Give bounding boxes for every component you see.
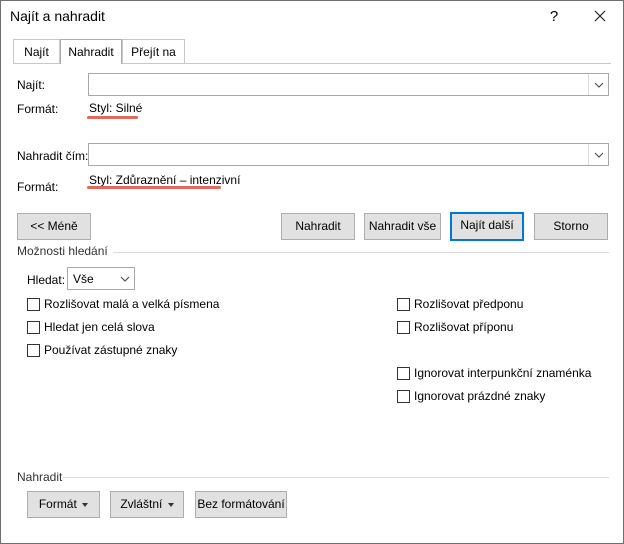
find-next-button[interactable]: Najít další — [450, 212, 524, 241]
checkbox-box[interactable] — [27, 297, 40, 311]
replace-button[interactable]: Nahradit — [281, 213, 355, 240]
format-button[interactable]: Formát — [27, 491, 100, 518]
replace-label: Nahradit čím: — [17, 149, 89, 163]
replace-format-label: Formát: — [17, 180, 59, 194]
match-case-label: Rozlišovat malá a velká písmena — [44, 297, 220, 311]
match-prefix-checkbox[interactable]: Rozlišovat předponu — [397, 297, 523, 311]
search-options-divider — [113, 252, 609, 253]
replace-format-highlight — [87, 186, 221, 189]
match-suffix-checkbox[interactable]: Rozlišovat příponu — [397, 320, 513, 334]
find-format-highlight — [87, 116, 138, 119]
whole-words-label: Hledat jen celá slova — [44, 320, 155, 334]
search-direction-select[interactable]: Vše — [67, 267, 135, 290]
wildcards-label: Používat zástupné znaky — [44, 343, 178, 357]
window-title: Najít a nahradit — [10, 8, 105, 24]
match-suffix-label: Rozlišovat příponu — [414, 320, 514, 334]
find-format-value: Styl: Silné — [89, 101, 143, 115]
match-case-checkbox[interactable]: Rozlišovat malá a velká písmena — [27, 297, 219, 311]
ignore-whitespace-checkbox[interactable]: Ignorovat prázdné znaky — [397, 389, 545, 403]
whole-words-checkbox[interactable]: Hledat jen celá slova — [27, 320, 155, 334]
search-direction-label: Hledat: — [27, 273, 66, 287]
chevron-down-icon — [120, 276, 130, 282]
tab-goto[interactable]: Přejít na — [122, 39, 185, 63]
caret-down-icon — [82, 502, 89, 507]
ignore-whitespace-label: Ignorovat prázdné znaky — [414, 389, 546, 403]
format-button-label: Formát — [38, 497, 77, 511]
checkbox-box[interactable] — [397, 297, 410, 311]
title-bar: Najít a nahradit ? — [1, 1, 623, 31]
find-format-label: Formát: — [17, 102, 59, 116]
chevron-down-icon — [594, 152, 603, 158]
ignore-punctuation-label: Ignorovat interpunkční znaménka — [414, 366, 592, 380]
close-icon — [594, 10, 606, 22]
chevron-down-icon — [594, 82, 603, 88]
replace-format-value: Styl: Zdůraznění – intenzivní — [89, 173, 241, 187]
search-direction-value: Vše — [73, 272, 94, 286]
search-options-title: Možnosti hledání — [17, 244, 108, 258]
checkbox-box[interactable] — [27, 343, 40, 357]
tab-find[interactable]: Najít — [13, 39, 60, 63]
replace-all-button[interactable]: Nahradit vše — [364, 213, 441, 240]
match-prefix-label: Rozlišovat předponu — [414, 297, 524, 311]
special-button[interactable]: Zvláštní — [110, 491, 184, 518]
replace-dropdown-button[interactable] — [588, 144, 608, 165]
checkbox-box[interactable] — [397, 366, 410, 380]
caret-down-icon — [167, 502, 174, 507]
special-button-label: Zvláštní — [120, 497, 163, 511]
checkbox-box[interactable] — [27, 320, 40, 334]
no-formatting-button[interactable]: Bez formátování — [195, 491, 287, 518]
search-direction-dropdown[interactable] — [116, 268, 134, 289]
less-button[interactable]: << Méně — [17, 213, 91, 240]
find-dropdown-button[interactable] — [588, 74, 608, 95]
close-button[interactable] — [583, 4, 617, 28]
replace-input[interactable] — [88, 143, 609, 166]
find-replace-dialog: Najít a nahradit ? Najít Nahradit Přejít… — [0, 0, 624, 544]
cancel-button[interactable]: Storno — [534, 213, 608, 240]
ignore-punctuation-checkbox[interactable]: Ignorovat interpunkční znaménka — [397, 366, 591, 380]
help-button[interactable]: ? — [537, 4, 571, 28]
tab-replace[interactable]: Nahradit — [60, 39, 122, 64]
checkbox-box[interactable] — [397, 389, 410, 403]
find-label: Najít: — [17, 78, 46, 92]
find-input[interactable] — [88, 73, 609, 96]
tab-goto-label: Přejít na — [131, 45, 176, 59]
replace-section-title: Nahradit — [17, 470, 63, 484]
checkbox-box[interactable] — [397, 320, 410, 334]
tab-replace-label: Nahradit — [68, 45, 114, 59]
replace-section-divider — [63, 477, 609, 478]
tab-find-label: Najít — [24, 45, 49, 59]
wildcards-checkbox[interactable]: Používat zástupné znaky — [27, 343, 177, 357]
